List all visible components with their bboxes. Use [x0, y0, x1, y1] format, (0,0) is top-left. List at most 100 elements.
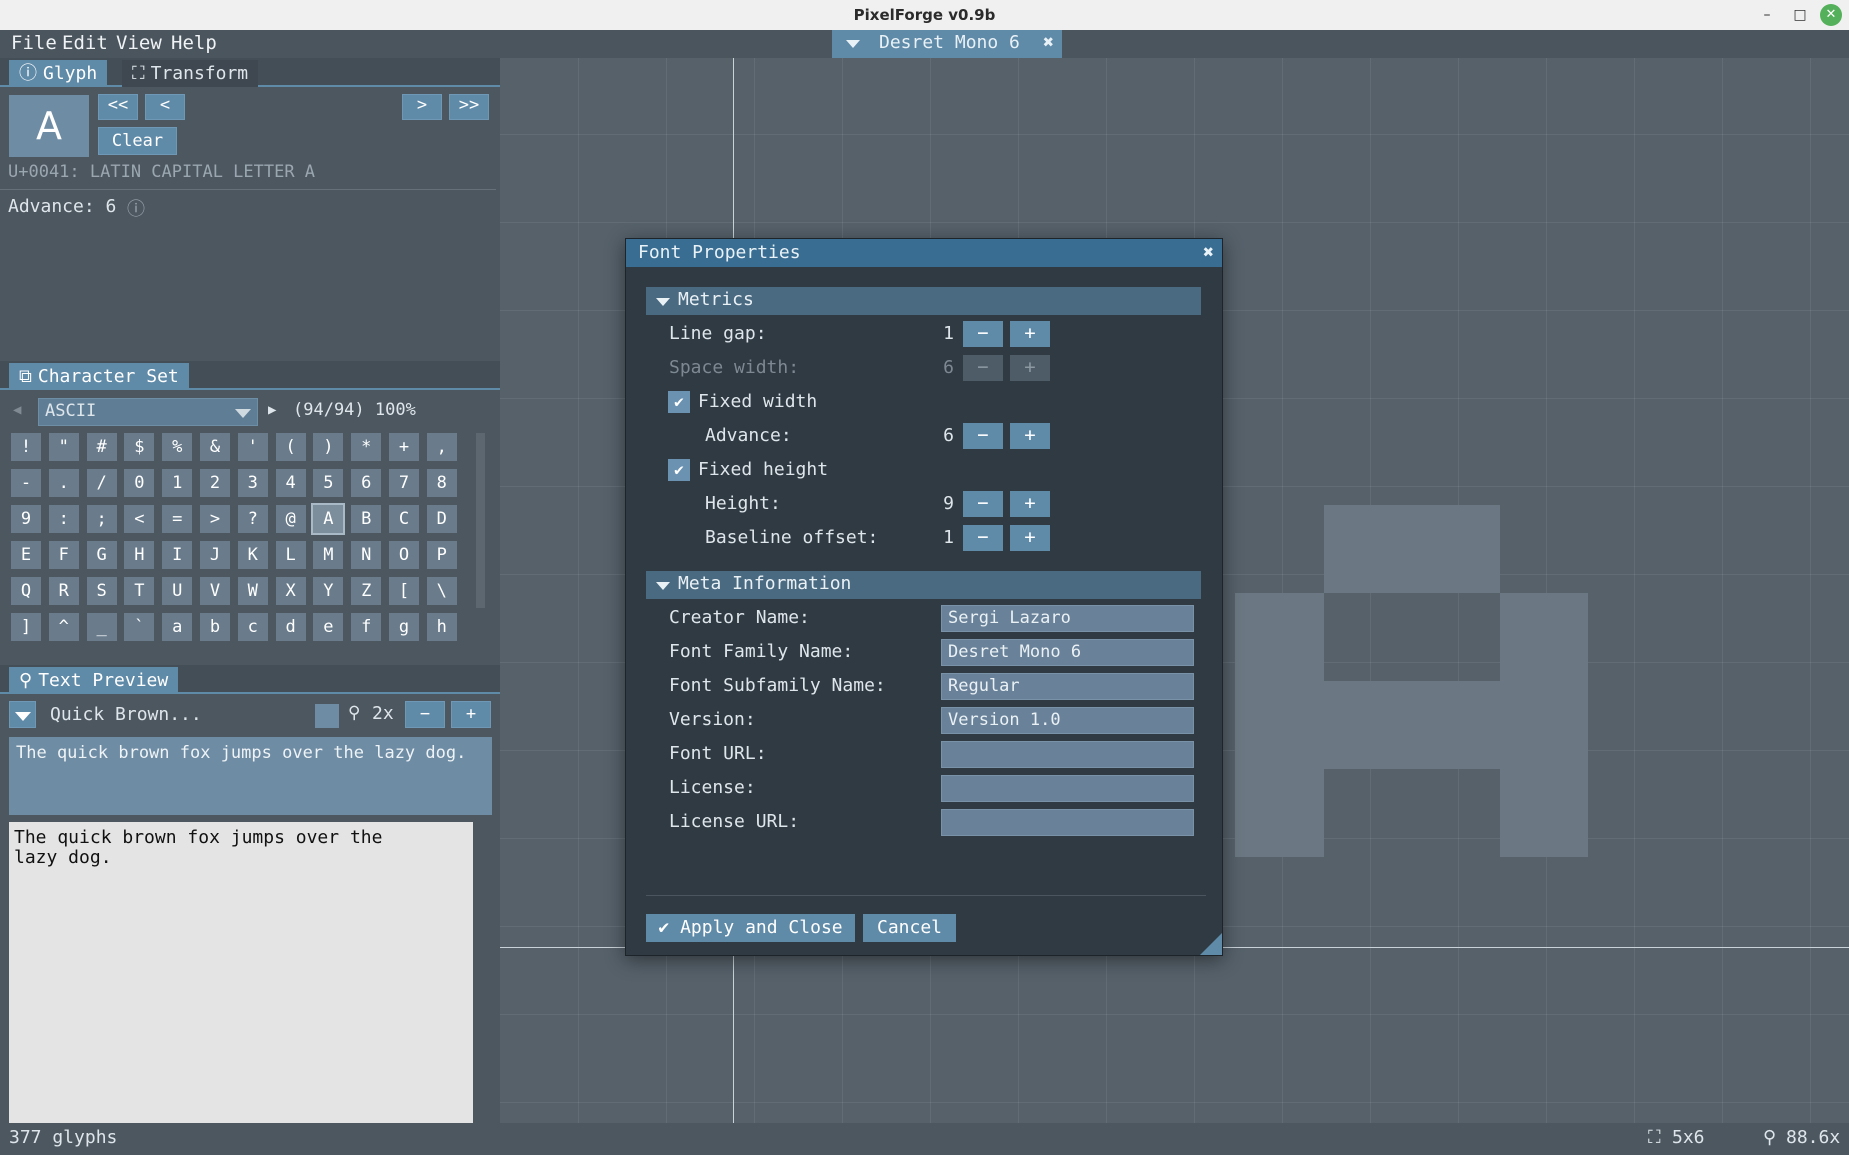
char-cell[interactable]: T [124, 577, 155, 605]
char-cell[interactable]: M [313, 541, 344, 569]
baseline-offset-increment[interactable]: + [1010, 525, 1050, 551]
char-cell[interactable]: S [86, 577, 117, 605]
line-gap-decrement[interactable]: − [963, 321, 1003, 347]
tab-transform[interactable]: ⛶ Transform [122, 60, 259, 87]
char-cell[interactable]: ( [275, 433, 306, 461]
close-tab-icon[interactable]: ✖ [1043, 32, 1054, 53]
metrics-section-header[interactable]: Metrics [646, 287, 1201, 315]
dialog-close-icon[interactable]: ✖ [1203, 242, 1214, 263]
height-increment[interactable]: + [1010, 491, 1050, 517]
char-cell[interactable]: ` [124, 613, 155, 641]
char-cell[interactable]: C [389, 505, 419, 533]
maximize-icon[interactable]: □ [1789, 4, 1811, 26]
advance-increment[interactable]: + [1010, 423, 1050, 449]
char-cell[interactable]: F [48, 541, 79, 569]
char-cell[interactable]: L [275, 541, 306, 569]
font-subfamily-field[interactable]: Regular [941, 673, 1194, 700]
char-cell[interactable]: . [48, 469, 79, 497]
char-cell[interactable]: A [311, 503, 346, 535]
char-cell[interactable]: P [426, 541, 457, 569]
zoom-in-button[interactable]: + [451, 701, 491, 728]
char-cell[interactable]: = [162, 505, 193, 533]
license-field[interactable] [941, 775, 1194, 802]
advance-decrement[interactable]: − [963, 423, 1003, 449]
char-cell[interactable]: + [389, 433, 419, 461]
char-cell[interactable]: 7 [389, 469, 419, 497]
char-cell[interactable]: , [426, 433, 457, 461]
char-cell[interactable]: 3 [237, 469, 268, 497]
space-width-increment[interactable]: + [1010, 355, 1050, 381]
char-cell[interactable]: B [351, 505, 382, 533]
char-cell[interactable]: 1 [162, 469, 193, 497]
space-width-decrement[interactable]: − [963, 355, 1003, 381]
charset-select[interactable]: ASCII [38, 398, 258, 426]
char-cell[interactable]: R [48, 577, 79, 605]
zoom-out-button[interactable]: − [405, 701, 445, 728]
char-cell[interactable]: _ [86, 613, 117, 641]
char-cell[interactable]: [ [389, 577, 419, 605]
char-cell[interactable]: 6 [351, 469, 382, 497]
color-swatch[interactable] [315, 704, 339, 728]
minimize-icon[interactable]: – [1756, 4, 1778, 26]
preset-dropdown-button[interactable] [9, 701, 36, 728]
char-cell[interactable]: U [162, 577, 193, 605]
char-cell[interactable]: X [275, 577, 306, 605]
char-cell[interactable]: b [200, 613, 230, 641]
tab-character-set[interactable]: ⧉ Character Set [9, 363, 189, 390]
clear-button[interactable]: Clear [98, 127, 177, 155]
next-set-icon[interactable]: ▶ [268, 402, 276, 418]
license-url-field[interactable] [941, 809, 1194, 836]
prev-set-icon[interactable]: ◀ [13, 402, 21, 418]
menu-help[interactable]: Help [171, 32, 217, 54]
char-cell[interactable]: @ [275, 505, 306, 533]
char-cell[interactable]: ^ [48, 613, 79, 641]
fixed-width-checkbox[interactable]: ✔ [668, 391, 690, 413]
char-cell[interactable]: 0 [124, 469, 155, 497]
char-cell[interactable]: < [124, 505, 155, 533]
height-decrement[interactable]: − [963, 491, 1003, 517]
char-cell[interactable]: 2 [200, 469, 230, 497]
char-cell[interactable]: a [162, 613, 193, 641]
char-cell[interactable]: Q [11, 577, 41, 605]
apply-and-close-button[interactable]: ✔ Apply and Close [646, 914, 855, 942]
char-cell[interactable]: h [426, 613, 457, 641]
char-cell[interactable]: # [86, 433, 117, 461]
char-cell[interactable]: 9 [11, 505, 41, 533]
last-glyph-button[interactable]: >> [449, 94, 489, 120]
baseline-offset-decrement[interactable]: − [963, 525, 1003, 551]
char-cell[interactable]: D [426, 505, 457, 533]
font-family-field[interactable]: Desret Mono 6 [941, 639, 1194, 666]
char-cell[interactable]: K [237, 541, 268, 569]
dialog-title-bar[interactable]: Font Properties ✖ [626, 239, 1222, 267]
char-cell[interactable]: % [162, 433, 193, 461]
char-cell[interactable]: E [11, 541, 41, 569]
close-window-icon[interactable]: ✕ [1820, 4, 1842, 26]
char-cell[interactable]: ' [237, 433, 268, 461]
meta-section-header[interactable]: Meta Information [646, 571, 1201, 599]
char-cell[interactable]: Z [351, 577, 382, 605]
dropdown-icon[interactable] [846, 40, 860, 48]
char-cell[interactable]: \ [426, 577, 457, 605]
font-url-field[interactable] [941, 741, 1194, 768]
char-cell[interactable]: ! [11, 433, 41, 461]
creator-name-field[interactable]: Sergi Lazaro [941, 605, 1194, 632]
prev-glyph-button[interactable]: < [145, 94, 185, 120]
char-cell[interactable]: - [11, 469, 41, 497]
menu-edit[interactable]: Edit [62, 32, 108, 54]
char-cell[interactable]: V [200, 577, 230, 605]
line-gap-increment[interactable]: + [1010, 321, 1050, 347]
char-cell[interactable]: W [237, 577, 268, 605]
char-cell[interactable]: / [86, 469, 117, 497]
char-cell[interactable]: e [313, 613, 344, 641]
char-cell[interactable]: Y [313, 577, 344, 605]
char-cell[interactable]: $ [124, 433, 155, 461]
char-cell[interactable]: ) [313, 433, 344, 461]
char-cell[interactable]: & [200, 433, 230, 461]
document-tab[interactable]: Desret Mono 6 ✖ [832, 30, 1062, 58]
char-cell[interactable]: g [389, 613, 419, 641]
version-field[interactable]: Version 1.0 [941, 707, 1194, 734]
char-cell[interactable]: ? [237, 505, 268, 533]
menu-view[interactable]: View [116, 32, 162, 54]
char-cell[interactable]: 4 [275, 469, 306, 497]
next-glyph-button[interactable]: > [402, 94, 442, 120]
